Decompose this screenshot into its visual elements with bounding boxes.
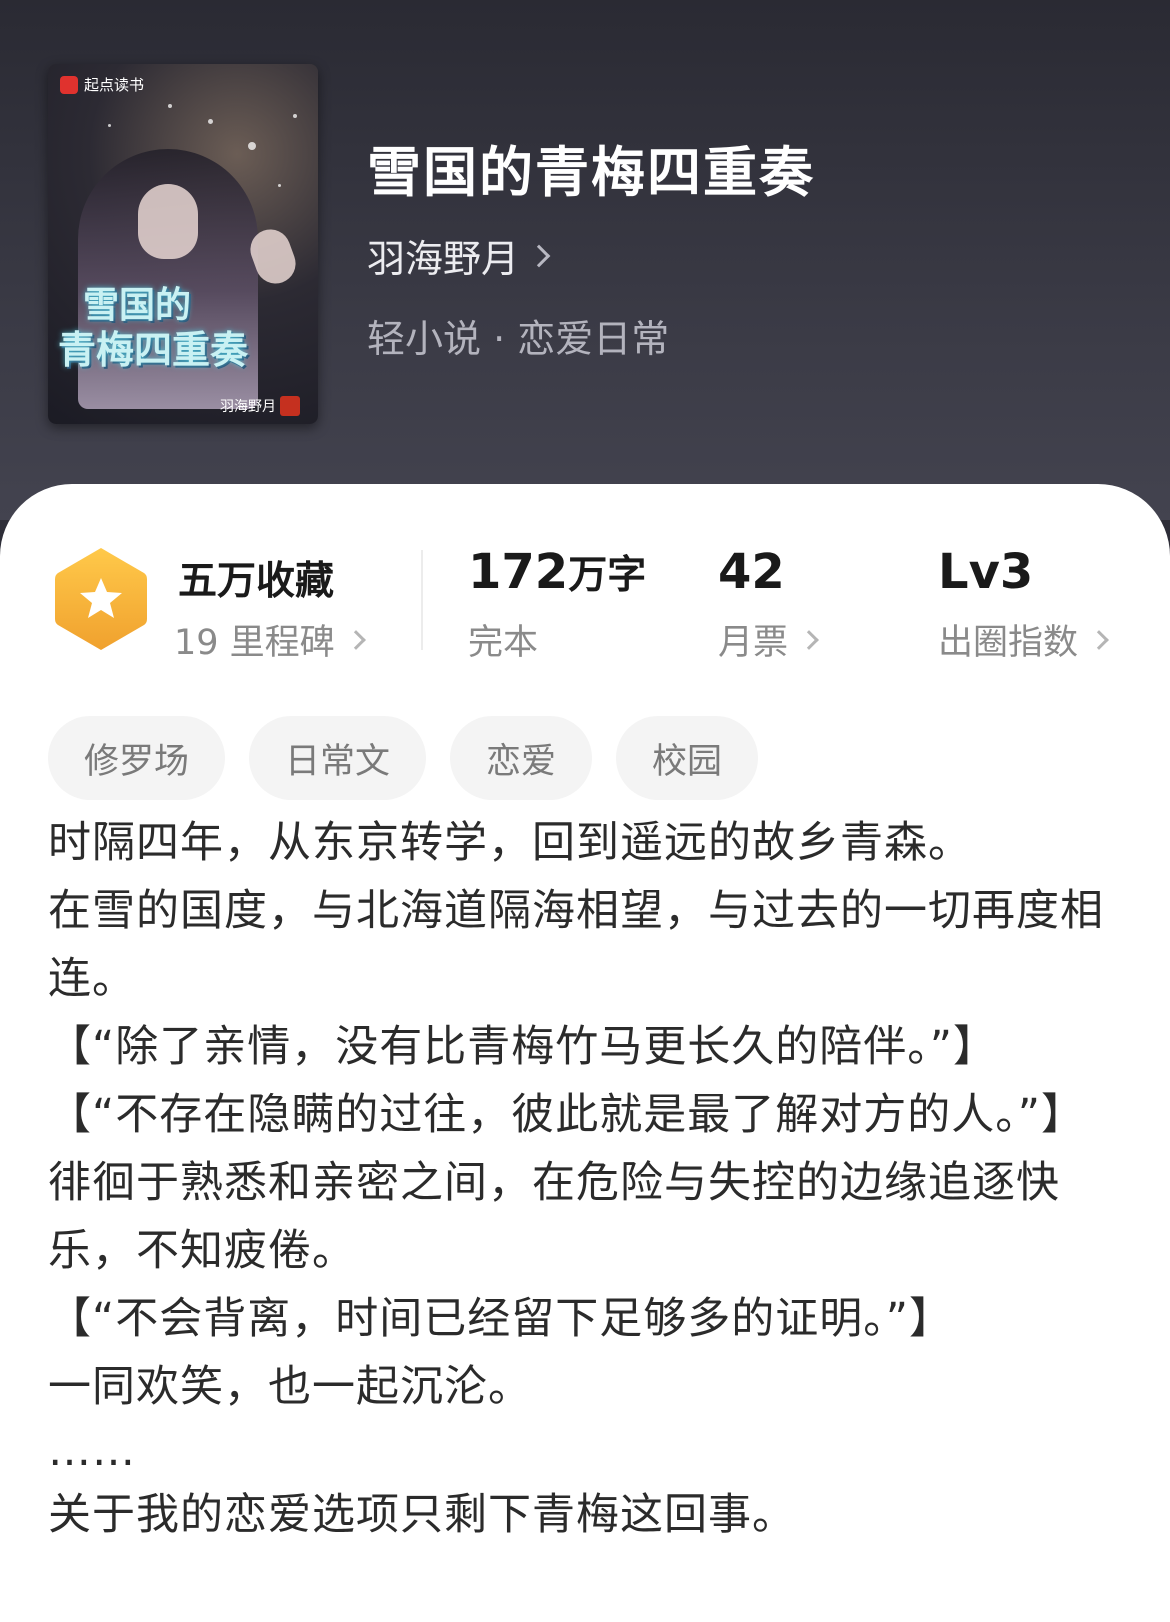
word-count-unit: 万字 [568, 553, 647, 598]
tag-chip[interactable]: 日常文 [249, 716, 427, 800]
influence-index-link[interactable]: 出圈指数 [938, 614, 1109, 665]
synopsis-line: 一同欢笑，也一起沉沦。 [48, 1362, 532, 1412]
book-title: 雪国的青梅四重奏 [367, 141, 815, 204]
chevron-right-icon [345, 629, 366, 650]
tag-list: 修罗场 日常文 恋爱 校园 [48, 716, 759, 800]
synopsis-line: 【“除了亲情，没有比青梅竹马更长久的陪伴。”】 [48, 1022, 998, 1072]
influence-level: Lv3 [938, 544, 1034, 600]
book-genre: 轻小说 · 恋爱日常 [367, 317, 670, 361]
cover-title-line2: 青梅四重奏 [58, 327, 249, 373]
snow-dot [278, 184, 281, 187]
milestone-label: 19 里程碑 [174, 623, 335, 663]
word-count: 172万字 [468, 544, 646, 600]
collect-count: 五万收藏 [178, 559, 335, 604]
cover-author: 羽海野月 [220, 396, 300, 416]
snow-dot [168, 104, 172, 108]
completion-status: 完本 [468, 614, 538, 665]
monthly-ticket-count: 42 [718, 544, 785, 600]
stats-row: 五万收藏 19 里程碑 172万字 完本 42 月票 Lv3 出圈指数 [0, 484, 1170, 674]
influence-index-label: 出圈指数 [938, 623, 1079, 663]
book-detail-page: 起点读书 雪国的 青梅四重奏 羽海野月 雪国的青梅四重奏 羽海野月 轻小说 · … [0, 0, 1170, 1622]
snow-dot [293, 114, 297, 118]
cover-brand: 起点读书 [60, 74, 144, 95]
synopsis-line: 时隔四年，从东京转学，回到遥远的故乡青森。 [48, 818, 972, 868]
snow-dot [208, 119, 213, 124]
chevron-right-icon [1089, 629, 1109, 650]
synopsis-line: 在雪的国度，与北海道隔海相望，与过去的一切再度相连。 [48, 886, 1104, 1004]
monthly-ticket-link[interactable]: 月票 [718, 614, 819, 665]
chevron-right-icon [799, 629, 819, 650]
book-info-card: 五万收藏 19 里程碑 172万字 完本 42 月票 Lv3 出圈指数 修罗场 … [0, 484, 1170, 1622]
seal-icon [280, 396, 300, 416]
synopsis: 时隔四年，从东京转学，回到遥远的故乡青森。 在雪的国度，与北海道隔海相望，与过去… [48, 809, 1128, 1549]
star-badge-icon [55, 548, 147, 650]
cover-brand-label: 起点读书 [84, 76, 145, 94]
snow-dot [108, 124, 111, 127]
tag-chip[interactable]: 修罗场 [48, 716, 226, 800]
cover-title-line1: 雪国的 [83, 284, 192, 326]
book-cover[interactable]: 起点读书 雪国的 青梅四重奏 羽海野月 [48, 64, 318, 424]
cover-title: 雪国的 青梅四重奏 [58, 284, 313, 373]
cover-author-name: 羽海野月 [220, 399, 276, 415]
tag-chip[interactable]: 校园 [616, 716, 759, 800]
cover-face [138, 184, 198, 259]
stats-divider [421, 550, 423, 650]
monthly-ticket-label: 月票 [718, 623, 789, 663]
synopsis-line: 【“不会背离，时间已经留下足够多的证明。”】 [48, 1294, 954, 1344]
tag-chip[interactable]: 恋爱 [450, 716, 593, 800]
milestone-link[interactable]: 19 里程碑 [174, 614, 366, 665]
brand-logo-icon [60, 75, 78, 94]
synopsis-line: 【“不存在隐瞒的过往，彼此就是最了解对方的人。”】 [48, 1090, 1086, 1140]
chevron-right-icon [527, 244, 551, 267]
book-header: 起点读书 雪国的 青梅四重奏 羽海野月 雪国的青梅四重奏 羽海野月 轻小说 · … [0, 0, 1170, 520]
author-link[interactable]: 羽海野月 [367, 228, 551, 283]
completion-label: 完本 [468, 623, 539, 663]
synopsis-line: 关于我的恋爱选项只剩下青梅这回事。 [48, 1490, 796, 1540]
synopsis-line: 徘徊于熟悉和亲密之间，在危险与失控的边缘追逐快乐，不知疲倦。 [48, 1158, 1060, 1276]
author-name: 羽海野月 [367, 237, 520, 281]
word-count-value: 172 [468, 544, 569, 600]
synopsis-line: …… [48, 1426, 136, 1476]
snow-dot [248, 142, 256, 150]
